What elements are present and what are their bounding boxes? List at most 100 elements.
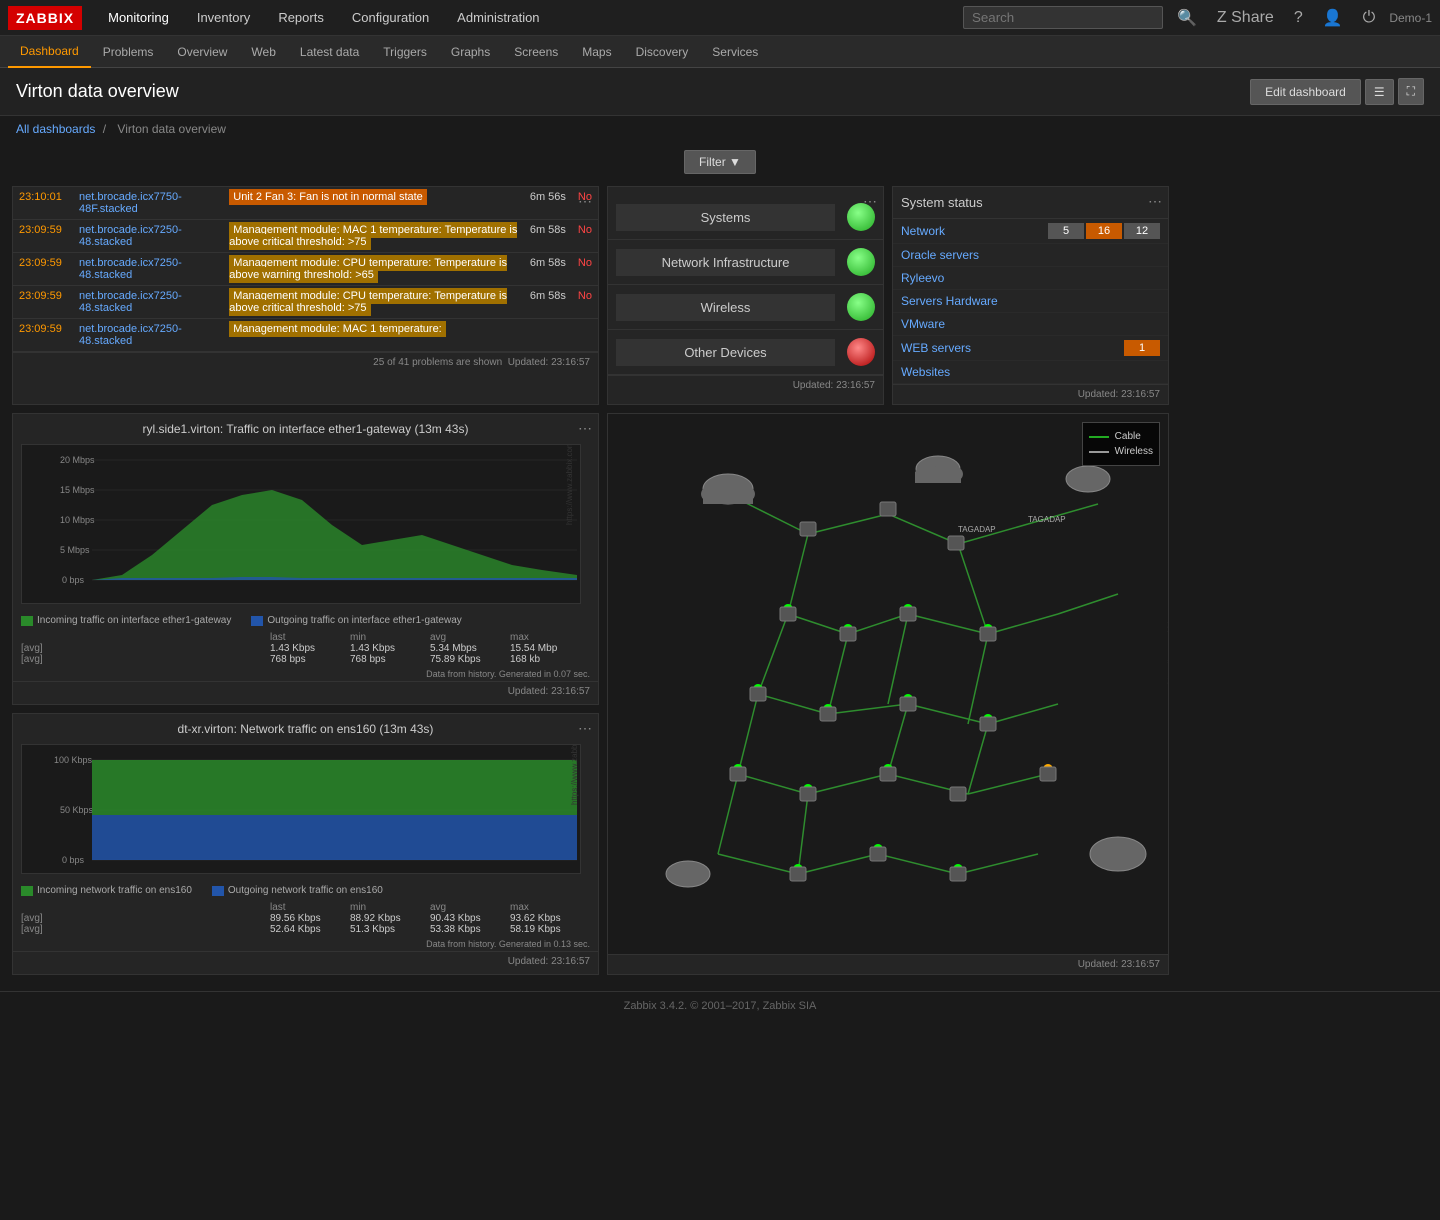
problem-desc: Management module: CPU temperature: Temp… [223,253,524,286]
problem-desc: Management module: MAC 1 temperature: Te… [223,220,524,253]
dashboard-expand-icon[interactable]: ⛶ [1398,78,1424,105]
sysstatus-panel-menu[interactable]: ⋯ [1148,193,1162,210]
problem-host[interactable]: net.brocade.icx7250-48.stacked [73,253,223,286]
problem-host[interactable]: net.brocade.icx7250-48.stacked [73,319,223,352]
status-oracle-label[interactable]: Oracle servers [901,248,1160,262]
tab-dashboard[interactable]: Dashboard [8,36,91,68]
filter-button[interactable]: Filter ▼ [684,150,756,174]
hostgroup-other-devices-label[interactable]: Other Devices [616,339,835,366]
breadcrumb-all-link[interactable]: All dashboards [16,122,95,136]
graph2-out-avg: 53.38 Kbps [430,924,510,935]
hostgroup-systems-label[interactable]: Systems [616,204,835,231]
status-row-oracle: Oracle servers [893,244,1168,267]
tab-triggers[interactable]: Triggers [371,36,439,68]
tab-screens[interactable]: Screens [502,36,570,68]
svg-text:https://www.zabbix.com: https://www.zabbix.com [1166,600,1168,684]
graph1-out-label: [avg] [21,654,270,665]
graph2-panel: ⋯ dt-xr.virton: Network traffic on ens16… [12,713,599,975]
network-map-footer: Updated: 23:16:57 [608,954,1168,974]
sysstatus-footer: Updated: 23:16:57 [893,384,1168,404]
tab-problems[interactable]: Problems [91,36,166,68]
problem-host[interactable]: net.brocade.icx7250-48.stacked [73,220,223,253]
edit-dashboard-button[interactable]: Edit dashboard [1250,79,1361,105]
problem-ack [572,319,598,352]
table-row: 23:09:59 net.brocade.icx7250-48.stacked … [13,220,598,253]
sub-nav: Dashboard Problems Overview Web Latest d… [0,36,1440,68]
status-ryleevo-label[interactable]: Ryleevo [901,271,1160,285]
system-status-panel: ⋯ System status Network 5 16 12 Oracle s… [892,186,1169,405]
graph2-panel-menu[interactable]: ⋯ [578,720,592,737]
legend2-outgoing: Outgoing network traffic on ens160 [212,885,383,896]
status-network-label[interactable]: Network [901,224,1048,238]
help-icon[interactable]: ? [1288,9,1309,27]
status-websites-label[interactable]: Websites [901,365,1160,379]
problem-desc: Management module: CPU temperature: Temp… [223,286,524,319]
badge-network-2: 16 [1086,223,1122,239]
search-icon[interactable]: 🔍 [1171,8,1203,28]
nav-inventory[interactable]: Inventory [183,0,264,36]
badge-network-3: 12 [1124,223,1160,239]
page-header: Virton data overview Edit dashboard ☰ ⛶ [0,68,1440,116]
tab-graphs[interactable]: Graphs [439,36,502,68]
svg-text:0 bps: 0 bps [62,855,85,865]
legend2-incoming-label: Incoming network traffic on ens160 [37,885,192,896]
search-input[interactable] [963,6,1163,29]
graph2-out-min: 51.3 Kbps [350,924,430,935]
svg-text:0 bps: 0 bps [62,575,85,585]
tab-latest-data[interactable]: Latest data [288,36,371,68]
problems-panel-menu[interactable]: ⋯ [578,193,592,210]
graph1-out-max: 168 kb [510,654,590,665]
tab-web[interactable]: Web [239,36,287,68]
graph2-container: 100 Kbps 50 Kbps 0 bps https://www.zabbi… [13,740,598,881]
svg-text:50 Kbps: 50 Kbps [60,805,94,815]
problem-ack: No [572,286,598,319]
problem-ack: No [572,253,598,286]
svg-text:https://www.zabbix.com: https://www.zabbix.com [570,744,579,805]
nav-monitoring[interactable]: Monitoring [94,0,183,36]
hostgroup-other-devices: Other Devices [608,330,883,375]
graph2-in-max: 93.62 Kbps [510,913,590,924]
hostgroup-network-infra-indicator [847,248,875,276]
problem-host[interactable]: net.brocade.icx7250-48.stacked [73,286,223,319]
hostgroup-wireless-label[interactable]: Wireless [616,294,835,321]
problem-duration: 6m 58s [524,286,572,319]
status-vmware-label[interactable]: VMware [901,317,1160,331]
graph1-panel-menu[interactable]: ⋯ [578,420,592,437]
problems-footer: 25 of 41 problems are shown Updated: 23:… [13,352,598,372]
nav-configuration[interactable]: Configuration [338,0,443,36]
hostgroups-panel-menu[interactable]: ⋯ [863,193,877,210]
tab-services[interactable]: Services [700,36,770,68]
nav-administration[interactable]: Administration [443,0,553,36]
status-row-websites: Websites [893,361,1168,384]
dashboard-list-icon[interactable]: ☰ [1365,79,1394,105]
zshare-button[interactable]: Z Share [1211,9,1280,27]
hostgroup-network-infra-label[interactable]: Network Infrastructure [616,249,835,276]
tab-discovery[interactable]: Discovery [624,36,701,68]
map-indicators [733,504,993,874]
map-legend-cable: Cable [1089,429,1153,444]
power-icon[interactable]: ⏻ [1357,9,1382,27]
table-row: 23:10:01 net.brocade.icx7750-48F.stacked… [13,187,598,220]
problem-duration: 6m 58s [524,220,572,253]
nav-reports[interactable]: Reports [264,0,338,36]
status-web-servers-label[interactable]: WEB servers [901,341,1124,355]
tab-overview[interactable]: Overview [165,36,239,68]
graph2-out-last: 52.64 Kbps [270,924,350,935]
legend-incoming: Incoming traffic on interface ether1-gat… [21,615,231,626]
badge-network-1: 5 [1048,223,1084,239]
problem-host[interactable]: net.brocade.icx7750-48F.stacked [73,187,223,220]
graph1-data-info: Data from history. Generated in 0.07 sec… [13,667,598,681]
tab-maps[interactable]: Maps [570,36,623,68]
breadcrumb: All dashboards / Virton data overview [0,116,1440,142]
user-icon[interactable]: 👤 [1317,8,1349,28]
status-servers-hw-label[interactable]: Servers Hardware [901,294,1160,308]
legend2-green-color [21,886,33,896]
hostgroup-systems: Systems [608,195,883,240]
graph2-in-min: 88.92 Kbps [350,913,430,924]
hostgroup-wireless-indicator [847,293,875,321]
hostgroups-footer: Updated: 23:16:57 [608,375,883,395]
demo-label: Demo-1 [1389,11,1432,25]
legend-outgoing: Outgoing traffic on interface ether1-gat… [251,615,461,626]
graph1-in-last: 1.43 Kbps [270,643,350,654]
problem-time: 23:09:59 [13,319,73,352]
